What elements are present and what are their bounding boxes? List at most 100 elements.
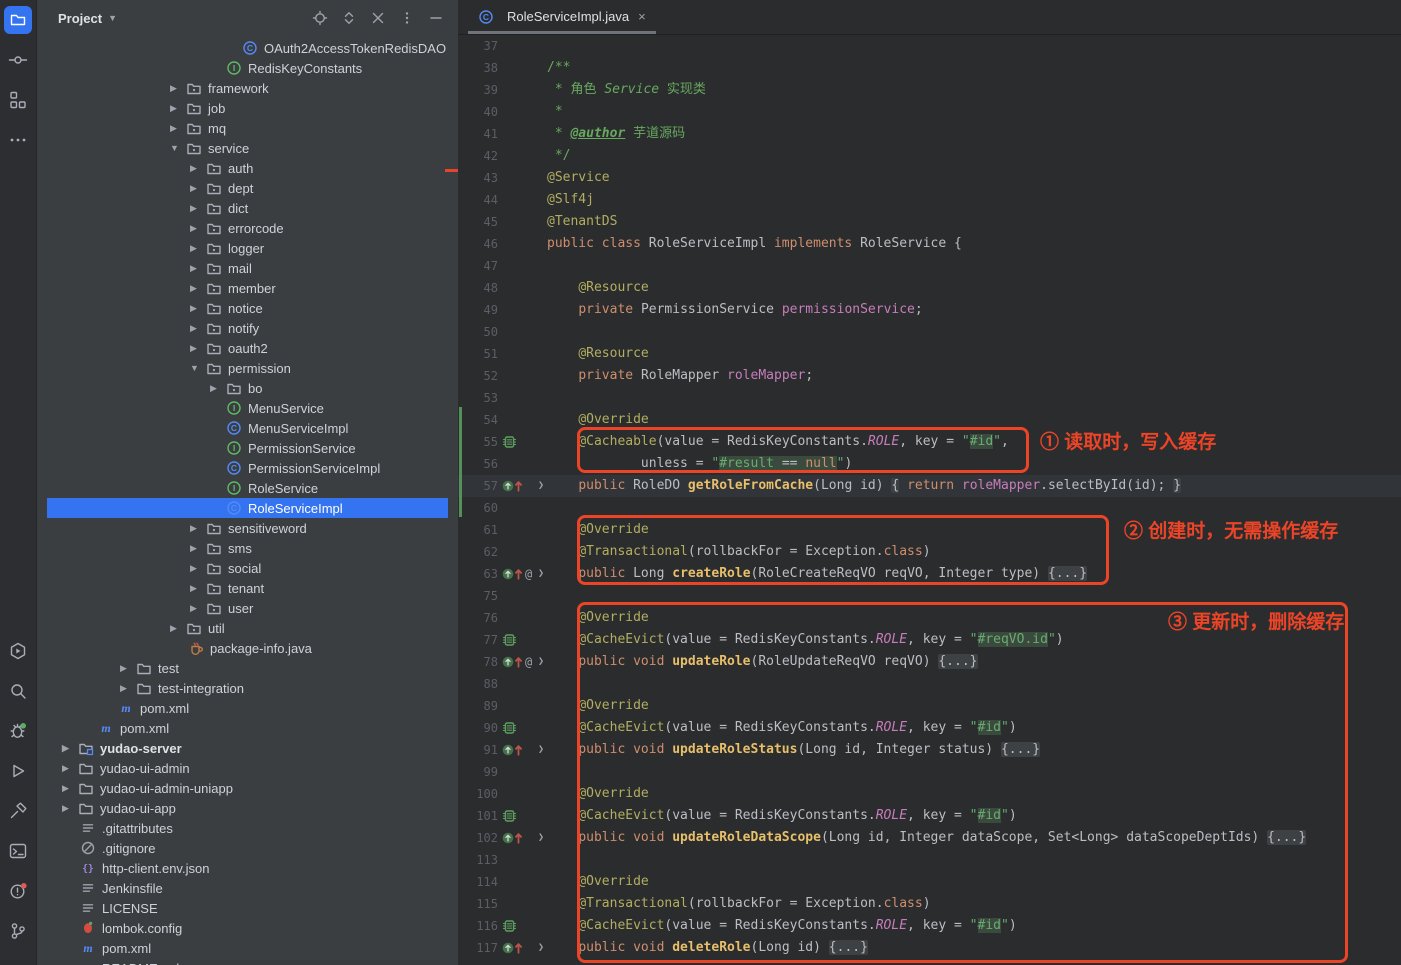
code-line-43[interactable]: 43@Service bbox=[458, 167, 1401, 189]
code-line-91[interactable]: 91❯ public void updateRoleStatus(Long id… bbox=[458, 739, 1401, 761]
code-line-102[interactable]: 102❯ public void updateRoleDataScope(Lon… bbox=[458, 827, 1401, 849]
tree-item-roleservice[interactable]: IRoleService bbox=[37, 478, 458, 498]
tree-item-test[interactable]: ▶test bbox=[37, 658, 458, 678]
tree-item-social[interactable]: ▶social bbox=[37, 558, 458, 578]
tree-item-lombok.config[interactable]: lombok.config bbox=[37, 918, 458, 938]
tree-item-yudao-ui-admin-uniapp[interactable]: ▶yudao-ui-admin-uniapp bbox=[37, 778, 458, 798]
fold-chevron-icon[interactable]: ❯ bbox=[538, 827, 544, 849]
hide-icon[interactable] bbox=[428, 10, 444, 26]
tree-item-package-info.java[interactable]: package-info.java bbox=[37, 638, 458, 658]
code-line-57[interactable]: 57❯ public RoleDO getRoleFromCache(Long … bbox=[458, 475, 1401, 497]
services-icon[interactable] bbox=[4, 637, 32, 665]
tab-roleserviceimpl[interactable]: C RoleServiceImpl.java × bbox=[468, 0, 656, 34]
cache-gutter-icon[interactable] bbox=[502, 435, 517, 449]
chevron-right-icon[interactable]: ▶ bbox=[188, 603, 206, 614]
chevron-right-icon[interactable]: ▶ bbox=[60, 763, 78, 774]
line-number[interactable]: 53 bbox=[458, 387, 498, 409]
code-line-90[interactable]: 90 @CacheEvict(value = RedisKeyConstants… bbox=[458, 717, 1401, 739]
line-number[interactable]: 48 bbox=[458, 277, 498, 299]
tree-item-pom.xml[interactable]: mpom.xml bbox=[37, 938, 458, 958]
line-number[interactable]: 52 bbox=[458, 365, 498, 387]
code-line-55[interactable]: 55 @Cacheable(value = RedisKeyConstants.… bbox=[458, 431, 1401, 453]
line-number[interactable]: 122 bbox=[458, 959, 498, 965]
chevron-right-icon[interactable]: ▶ bbox=[60, 743, 78, 754]
tree-item-errorcode[interactable]: ▶errorcode bbox=[37, 218, 458, 238]
tree-item-mq[interactable]: ▶mq bbox=[37, 118, 458, 138]
line-number[interactable]: 78 bbox=[458, 651, 498, 673]
tree-item-oauth2[interactable]: ▶oauth2 bbox=[37, 338, 458, 358]
code-line-47[interactable]: 47 bbox=[458, 255, 1401, 277]
build-icon[interactable] bbox=[4, 797, 32, 825]
cache-gutter-icon[interactable] bbox=[502, 721, 517, 735]
code-line-37[interactable]: 37 bbox=[458, 35, 1401, 57]
tree-item-tenant[interactable]: ▶tenant bbox=[37, 578, 458, 598]
cache-gutter-icon[interactable] bbox=[502, 919, 517, 933]
tree-item-member[interactable]: ▶member bbox=[37, 278, 458, 298]
code-line-115[interactable]: 115 @Transactional(rollbackFor = Excepti… bbox=[458, 893, 1401, 915]
tree-item-sms[interactable]: ▶sms bbox=[37, 538, 458, 558]
tree-item-mail[interactable]: ▶mail bbox=[37, 258, 458, 278]
chevron-down-icon[interactable]: ▼ bbox=[168, 143, 186, 153]
cache-gutter-icon[interactable] bbox=[502, 633, 517, 647]
line-number[interactable]: 75 bbox=[458, 585, 498, 607]
line-number[interactable]: 77 bbox=[458, 629, 498, 651]
line-number[interactable]: 63 bbox=[458, 563, 498, 585]
code-line-50[interactable]: 50 bbox=[458, 321, 1401, 343]
tree-item-dict[interactable]: ▶dict bbox=[37, 198, 458, 218]
code-line-41[interactable]: 41 * @author 芋道源码 bbox=[458, 123, 1401, 145]
line-number[interactable]: 43 bbox=[458, 167, 498, 189]
line-number[interactable]: 102 bbox=[458, 827, 498, 849]
tree-item-pom.xml[interactable]: mpom.xml bbox=[37, 698, 458, 718]
code-line-114[interactable]: 114 @Override bbox=[458, 871, 1401, 893]
line-number[interactable]: 38 bbox=[458, 57, 498, 79]
cache-gutter-icon[interactable] bbox=[502, 809, 517, 823]
code-line-44[interactable]: 44@Slf4j bbox=[458, 189, 1401, 211]
line-number[interactable]: 49 bbox=[458, 299, 498, 321]
chevron-right-icon[interactable]: ▶ bbox=[188, 183, 206, 194]
line-number[interactable]: 45 bbox=[458, 211, 498, 233]
chevron-right-icon[interactable]: ▶ bbox=[208, 383, 226, 394]
chevron-right-icon[interactable]: ▶ bbox=[188, 323, 206, 334]
code-line-60[interactable]: 60 bbox=[458, 497, 1401, 519]
collapse-all-icon[interactable] bbox=[370, 10, 386, 26]
code-line-113[interactable]: 113 bbox=[458, 849, 1401, 871]
tree-item-user[interactable]: ▶user bbox=[37, 598, 458, 618]
options-icon[interactable] bbox=[399, 10, 415, 26]
tree-item-roleserviceimpl[interactable]: CRoleServiceImpl bbox=[37, 498, 458, 518]
tree-item-yudao-ui-admin[interactable]: ▶yudao-ui-admin bbox=[37, 758, 458, 778]
line-number[interactable]: 47 bbox=[458, 255, 498, 277]
line-number[interactable]: 44 bbox=[458, 189, 498, 211]
chevron-right-icon[interactable]: ▶ bbox=[168, 123, 186, 134]
line-number[interactable]: 62 bbox=[458, 541, 498, 563]
tree-item-test-integration[interactable]: ▶test-integration bbox=[37, 678, 458, 698]
line-number[interactable]: 41 bbox=[458, 123, 498, 145]
tree-item-yudao-server[interactable]: ▶yudao-server bbox=[37, 738, 458, 758]
line-number[interactable]: 39 bbox=[458, 79, 498, 101]
chevron-right-icon[interactable]: ▶ bbox=[188, 563, 206, 574]
code-editor[interactable]: 3738/**39 * 角色 Service 实现类40 *41 * @auth… bbox=[458, 35, 1401, 965]
chevron-right-icon[interactable]: ▶ bbox=[188, 223, 206, 234]
line-number[interactable]: 89 bbox=[458, 695, 498, 717]
tree-item-notify[interactable]: ▶notify bbox=[37, 318, 458, 338]
close-icon[interactable]: × bbox=[638, 9, 646, 24]
chevron-right-icon[interactable]: ▶ bbox=[188, 523, 206, 534]
code-line-89[interactable]: 89 @Override bbox=[458, 695, 1401, 717]
line-number[interactable]: 116 bbox=[458, 915, 498, 937]
chevron-right-icon[interactable]: ▶ bbox=[188, 283, 206, 294]
chevron-right-icon[interactable]: ▶ bbox=[168, 623, 186, 634]
code-line-38[interactable]: 38/** bbox=[458, 57, 1401, 79]
code-line-101[interactable]: 101 @CacheEvict(value = RedisKeyConstant… bbox=[458, 805, 1401, 827]
locate-icon[interactable] bbox=[312, 10, 328, 26]
override-gutter-icon[interactable] bbox=[502, 743, 525, 757]
tree-item-sensitiveword[interactable]: ▶sensitiveword bbox=[37, 518, 458, 538]
code-line-78[interactable]: 78@❯ public void updateRole(RoleUpdateRe… bbox=[458, 651, 1401, 673]
line-number[interactable]: 113 bbox=[458, 849, 498, 871]
line-number[interactable]: 117 bbox=[458, 937, 498, 959]
override-gutter-icon[interactable] bbox=[502, 567, 525, 581]
expand-collapse-icon[interactable] bbox=[341, 10, 357, 26]
tree-item-bo[interactable]: ▶bo bbox=[37, 378, 458, 398]
code-line-42[interactable]: 42 */ bbox=[458, 145, 1401, 167]
code-line-117[interactable]: 117❯ public void deleteRole(Long id) {..… bbox=[458, 937, 1401, 959]
project-panel-title[interactable]: Project bbox=[58, 11, 102, 26]
line-number[interactable]: 100 bbox=[458, 783, 498, 805]
